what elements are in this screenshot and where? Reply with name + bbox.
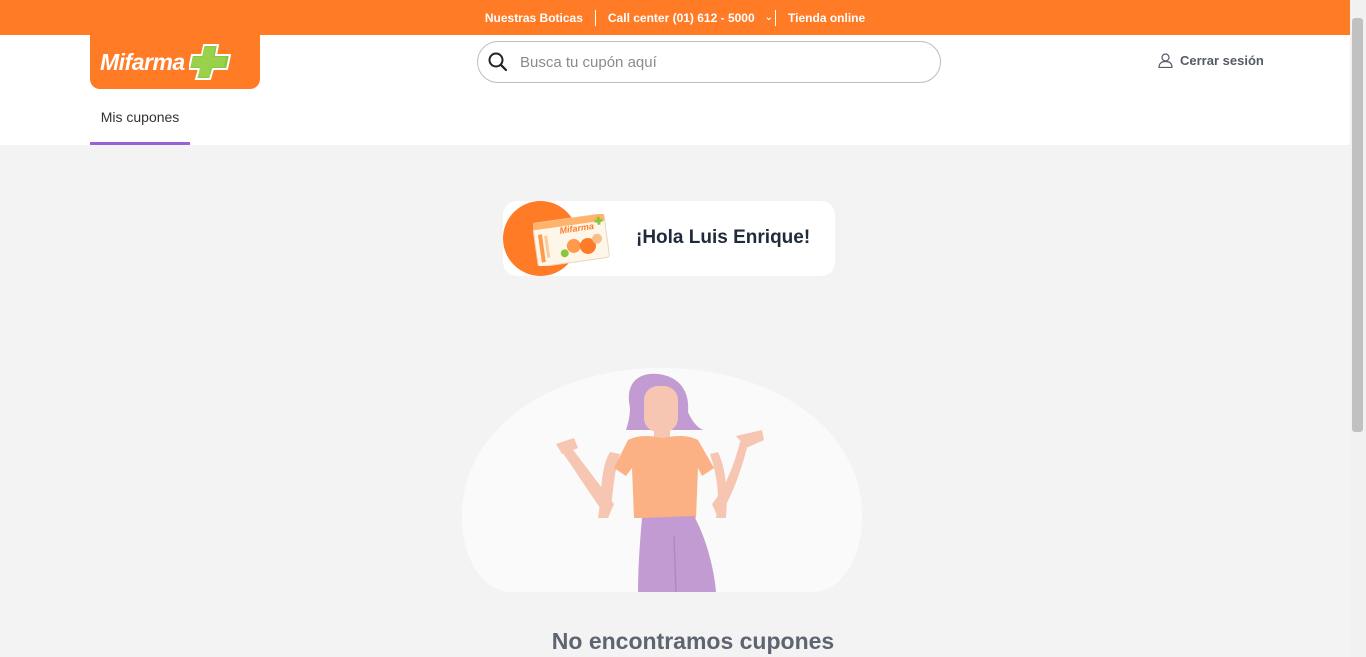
scrollbar-thumb[interactable] — [1352, 18, 1363, 432]
stores-link[interactable]: Nuestras Boticas — [473, 11, 595, 25]
mifarma-logo[interactable]: Mifarma — [90, 35, 260, 89]
monedero-card-icon: Mifarma — [533, 214, 610, 266]
online-store-link[interactable]: Tienda online — [776, 11, 877, 25]
empty-state-title: No encontramos cupones — [551, 628, 835, 654]
chevron-down-icon: ⌄ — [764, 12, 774, 23]
top-bar: Nuestras Boticas Call center (01) 612 - … — [0, 0, 1350, 35]
cross-logo-icon — [188, 44, 231, 80]
logout-label: Cerrar sesión — [1180, 53, 1264, 68]
search-icon — [488, 52, 508, 72]
tab-mis-cupones[interactable]: Mis cupones — [90, 97, 190, 145]
greeting-text: ¡Hola Luis Enrique! — [636, 227, 811, 248]
search-bar[interactable] — [477, 41, 941, 83]
header: Mifarma Cerrar sesión Mis cupones — [0, 35, 1350, 145]
user-icon — [1158, 53, 1173, 68]
logo-text: Mifarma — [100, 48, 185, 75]
call-center-label: Call center (01) 612 - 5000 — [607, 10, 755, 25]
greeting-card: Mifarma ¡Hola Luis Enrique! — [503, 201, 835, 276]
empty-state-illustration — [462, 368, 862, 592]
logout-button[interactable]: Cerrar sesión — [1158, 53, 1264, 68]
call-center-dropdown[interactable]: Call center (01) 612 - 5000 ⌄ — [596, 11, 775, 25]
search-input[interactable] — [520, 53, 900, 71]
